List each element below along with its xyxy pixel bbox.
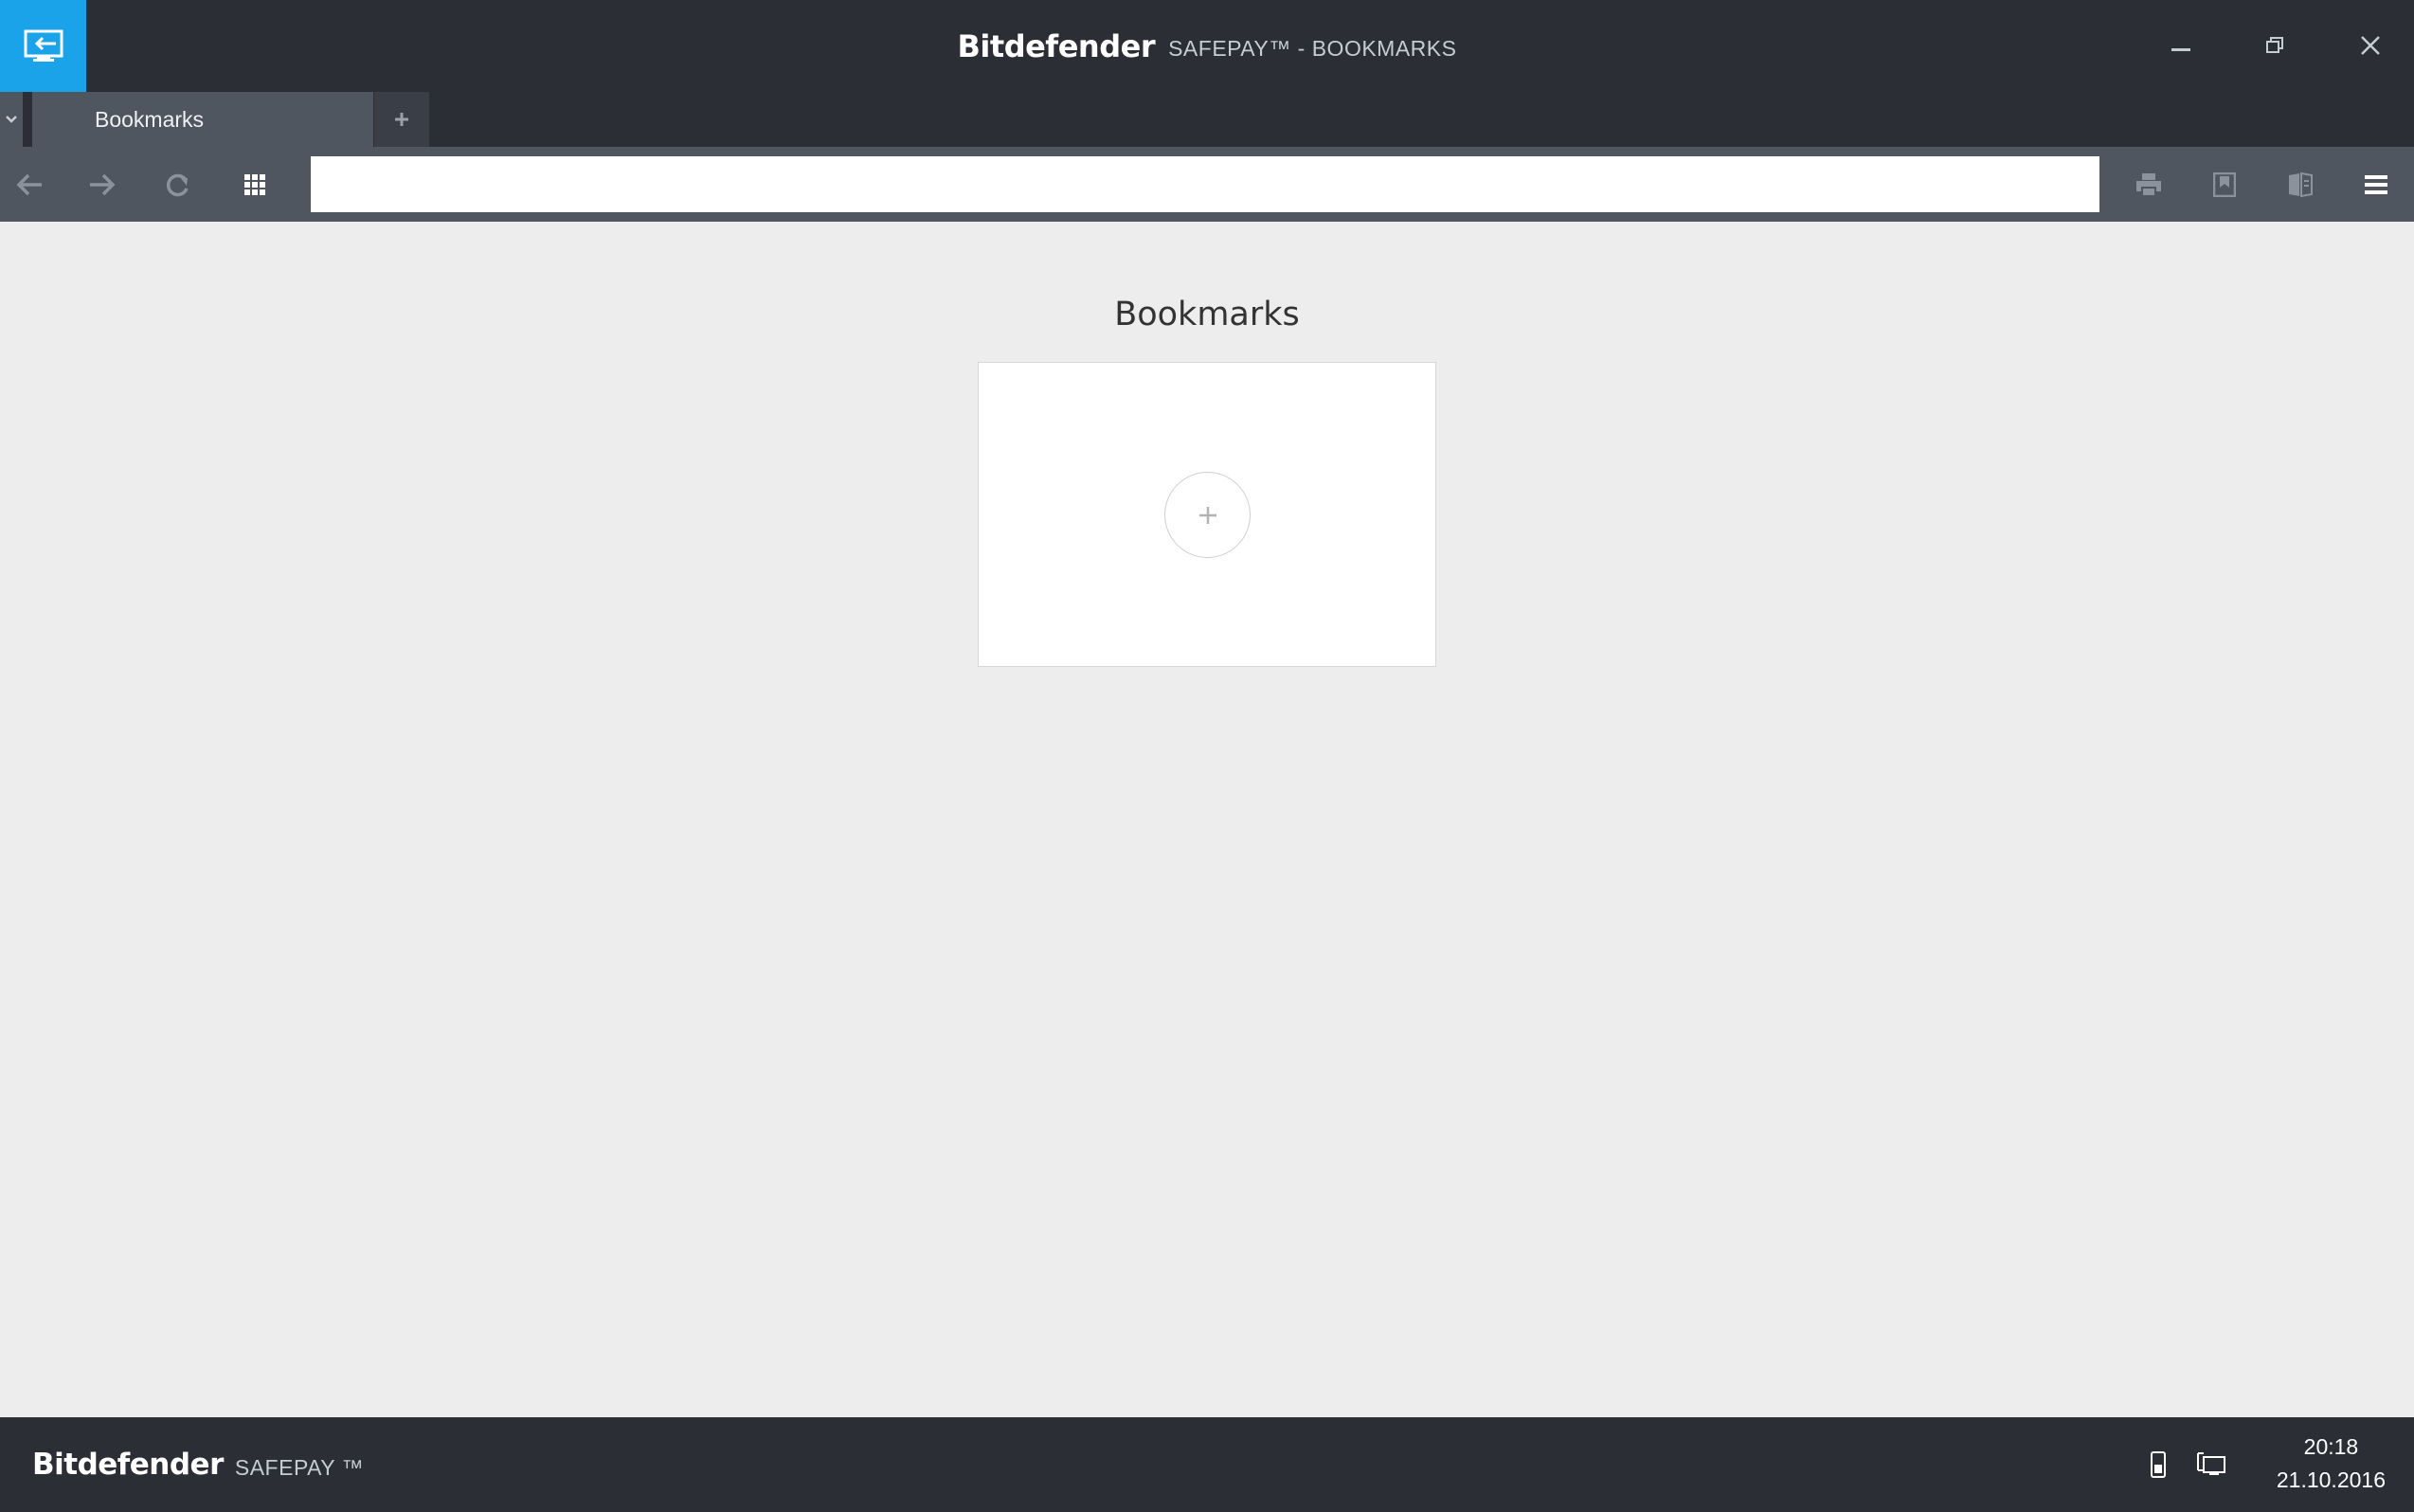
footer-logo: Bitdefender SAFEPAY ™ bbox=[32, 1417, 364, 1512]
arrow-right-icon bbox=[90, 173, 116, 195]
exit-to-desktop-icon bbox=[24, 29, 63, 62]
plus-icon bbox=[395, 113, 408, 126]
print-icon bbox=[2136, 172, 2161, 197]
network-status[interactable] bbox=[2192, 1446, 2230, 1484]
reload-icon bbox=[166, 173, 189, 196]
grid-icon bbox=[244, 173, 265, 195]
status-bar: Bitdefender SAFEPAY ™ 20:18 21.10.2016 bbox=[0, 1417, 2414, 1512]
title-bar: Bitdefender SAFEPAY™ - BOOKMARKS bbox=[0, 0, 2414, 92]
new-tab-button[interactable] bbox=[374, 92, 429, 147]
add-bookmark-card[interactable] bbox=[978, 362, 1436, 667]
navigation-bar bbox=[0, 147, 2414, 222]
print-button[interactable] bbox=[2118, 147, 2179, 222]
close-button[interactable] bbox=[2342, 21, 2399, 70]
menu-button[interactable] bbox=[2346, 147, 2406, 222]
network-icon bbox=[2197, 1452, 2225, 1475]
add-bookmark-button[interactable] bbox=[1164, 472, 1251, 558]
window-title-text: SAFEPAY™ - BOOKMARKS bbox=[1168, 35, 1457, 61]
speed-dial-button[interactable] bbox=[225, 147, 285, 222]
hamburger-menu-icon bbox=[2365, 174, 2387, 194]
page-title: Bookmarks bbox=[1114, 296, 1300, 333]
virtual-keyboard-button[interactable] bbox=[2270, 147, 2331, 222]
footer-brand: Bitdefender bbox=[32, 1448, 224, 1482]
tab-bookmarks[interactable]: Bookmarks bbox=[32, 92, 373, 147]
minimize-button[interactable] bbox=[2153, 21, 2209, 70]
phone-status[interactable] bbox=[2139, 1446, 2177, 1484]
exit-safepay-button[interactable] bbox=[0, 0, 86, 92]
close-icon bbox=[2361, 36, 2380, 55]
plus-icon bbox=[1198, 506, 1216, 524]
arrow-left-icon bbox=[16, 173, 42, 195]
bookmark-icon bbox=[2213, 171, 2236, 197]
minimize-icon bbox=[2171, 48, 2190, 51]
address-bar[interactable] bbox=[311, 156, 2099, 212]
reload-button[interactable] bbox=[148, 147, 208, 222]
bookmark-page-button[interactable] bbox=[2194, 147, 2255, 222]
tab-label: Bookmarks bbox=[95, 106, 205, 132]
back-button[interactable] bbox=[0, 147, 61, 222]
virtual-keyboard-icon bbox=[2289, 171, 2313, 197]
tab-strip: Bookmarks bbox=[0, 92, 2414, 147]
phone-icon bbox=[2151, 1451, 2166, 1478]
tab-list-button[interactable] bbox=[0, 92, 23, 147]
clock: 20:18 21.10.2016 bbox=[2277, 1431, 2386, 1497]
forward-button[interactable] bbox=[71, 147, 132, 222]
brand-logo: Bitdefender bbox=[957, 27, 1156, 64]
chevron-down-icon bbox=[6, 116, 17, 123]
bookmarks-page: Bookmarks bbox=[0, 222, 2414, 1417]
clock-time: 20:18 bbox=[2303, 1434, 2359, 1459]
footer-product: SAFEPAY ™ bbox=[234, 1454, 365, 1480]
window-title: Bitdefender SAFEPAY™ - BOOKMARKS bbox=[0, 0, 2414, 92]
restore-icon bbox=[2266, 37, 2283, 53]
restore-button[interactable] bbox=[2247, 21, 2304, 70]
clock-date: 21.10.2016 bbox=[2276, 1467, 2386, 1492]
